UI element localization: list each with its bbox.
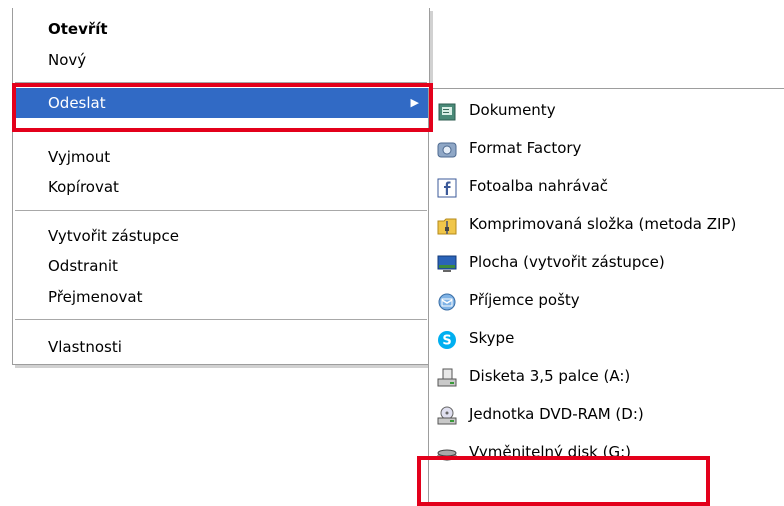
context-menu: Otevřít Nový Odeslat ▶ Vyjmout Kopírovat… — [12, 8, 430, 365]
menu-item-label: Nový — [48, 51, 87, 69]
menu-item-delete[interactable]: Odstranit — [13, 251, 429, 281]
dvd-drive-icon — [437, 404, 457, 425]
menu-separator — [15, 210, 427, 211]
menu-item-label: Vyjmout — [48, 148, 111, 166]
documents-folder-icon — [437, 100, 457, 121]
skype-icon: S — [437, 328, 457, 349]
submenu-item-mail-recipient[interactable]: Příjemce pošty — [429, 283, 784, 317]
submenu-item-label: Disketa 3,5 palce (A:) — [469, 367, 631, 385]
menu-item-create-shortcut[interactable]: Vytvořit zástupce — [13, 221, 429, 251]
submenu-item-desktop[interactable]: Plocha (vytvořit zástupce) — [429, 245, 784, 279]
menu-item-rename[interactable]: Přejmenovat — [13, 282, 429, 312]
facebook-icon — [437, 176, 457, 198]
menu-item-cut[interactable]: Vyjmout — [13, 142, 429, 172]
menu-item-new[interactable]: Nový — [13, 45, 429, 75]
menu-separator — [15, 319, 427, 320]
floppy-drive-icon — [437, 366, 457, 387]
svg-text:S: S — [442, 334, 451, 349]
submenu-item-compressed-folder[interactable]: Komprimovaná složka (metoda ZIP) — [429, 207, 784, 241]
desktop-icon — [437, 252, 457, 272]
send-to-submenu: Dokumenty Format Factory Fotoalba nahráv… — [428, 88, 784, 506]
submenu-item-photo-album-uploader[interactable]: Fotoalba nahrávač — [429, 169, 784, 203]
submenu-item-label: Skype — [469, 329, 515, 347]
submenu-item-label: Format Factory — [469, 139, 582, 157]
submenu-item-label: Jednotka DVD-RAM (D:) — [469, 405, 644, 423]
submenu-item-label: Fotoalba nahrávač — [469, 177, 609, 195]
menu-item-copy[interactable]: Kopírovat — [13, 172, 429, 202]
highlight-outline-send-to — [12, 83, 433, 132]
submenu-item-format-factory[interactable]: Format Factory — [429, 131, 784, 165]
menu-item-label: Přejmenovat — [48, 288, 143, 306]
menu-item-open[interactable]: Otevřít — [13, 14, 429, 44]
zip-folder-icon — [437, 214, 457, 235]
menu-item-label: Vlastnosti — [48, 338, 122, 356]
submenu-item-label: Komprimovaná složka (metoda ZIP) — [469, 215, 737, 233]
submenu-item-label: Dokumenty — [469, 101, 556, 119]
submenu-item-skype[interactable]: S Skype — [429, 321, 784, 355]
highlight-outline-removable-disk — [417, 456, 710, 506]
menu-item-properties[interactable]: Vlastnosti — [13, 332, 429, 362]
menu-item-label: Odstranit — [48, 257, 118, 275]
menu-item-label: Otevřít — [48, 20, 108, 38]
submenu-item-documents[interactable]: Dokumenty — [429, 93, 784, 127]
format-factory-icon — [437, 138, 457, 158]
submenu-item-floppy-drive[interactable]: Disketa 3,5 palce (A:) — [429, 359, 784, 393]
submenu-item-label: Plocha (vytvořit zástupce) — [469, 253, 665, 271]
menu-item-label: Vytvořit zástupce — [48, 227, 179, 245]
mail-recipient-icon — [437, 290, 457, 311]
submenu-item-dvd-drive[interactable]: Jednotka DVD-RAM (D:) — [429, 397, 784, 431]
submenu-item-label: Příjemce pošty — [469, 291, 580, 309]
menu-item-label: Kopírovat — [48, 178, 119, 196]
